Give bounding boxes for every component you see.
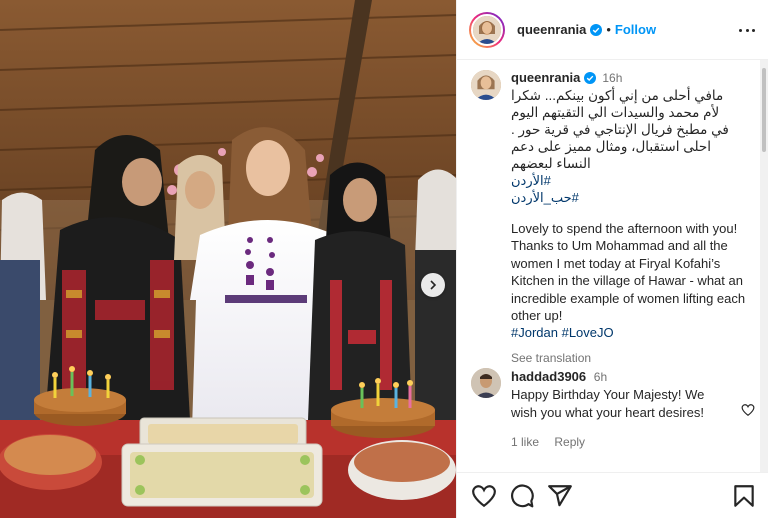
caption-english-hashtags[interactable]: #Jordan #LoveJO — [511, 324, 761, 341]
caption-arabic-text: مافي أحلى من إني أكون بينكم... شكرا لأم … — [511, 88, 729, 171]
more-options-icon[interactable] — [739, 22, 755, 38]
author-username[interactable]: queenrania — [517, 22, 586, 37]
avatar-image — [471, 368, 501, 398]
comment-icon[interactable] — [509, 483, 535, 509]
verified-badge-icon — [590, 23, 603, 36]
share-icon[interactable] — [547, 483, 573, 509]
bookmark-icon[interactable] — [731, 483, 757, 509]
caption-username[interactable]: queenrania — [511, 70, 580, 85]
heart-icon[interactable] — [471, 483, 497, 509]
caption-english-text: Lovely to spend the afternoon with you! … — [511, 221, 746, 324]
comment-like-count[interactable]: 1 like — [511, 435, 539, 449]
chevron-right-icon — [430, 280, 437, 290]
post-photo-illustration — [0, 0, 456, 518]
carousel-next-button[interactable] — [421, 273, 445, 297]
caption-author-avatar[interactable] — [471, 70, 501, 100]
see-translation-link[interactable]: See translation — [511, 351, 761, 365]
comment-timestamp[interactable]: 6h — [594, 370, 607, 384]
follow-button[interactable]: Follow — [615, 22, 656, 37]
caption-arabic-hashtags[interactable]: #الأردن #حب_الأردن — [511, 172, 619, 206]
scrollbar-thumb[interactable] — [762, 68, 766, 152]
post-caption: queenrania 16h مافي أحلى من إني أكون بين… — [471, 70, 757, 365]
author-avatar[interactable] — [469, 11, 505, 48]
post-header: queenrania • Follow — [457, 0, 768, 60]
commenter-username[interactable]: haddad3906 — [511, 369, 586, 384]
avatar-image — [473, 15, 501, 44]
avatar-image — [471, 70, 501, 100]
commenter-avatar[interactable] — [471, 368, 501, 398]
comment-text: Happy Birthday Your Majesty! We wish you… — [511, 387, 705, 420]
caption-timestamp[interactable]: 16h — [602, 71, 622, 85]
post-photo[interactable] — [0, 0, 456, 518]
verified-badge-icon — [584, 71, 597, 84]
post-side-panel: queenrania • Follow queenrania 16h مافي … — [456, 0, 768, 518]
post-action-bar — [457, 472, 768, 518]
comment-like-heart-icon[interactable] — [741, 403, 755, 417]
comment-reply-button[interactable]: Reply — [554, 435, 585, 449]
separator-dot: • — [606, 22, 611, 37]
panel-scrollbar[interactable] — [760, 60, 768, 472]
